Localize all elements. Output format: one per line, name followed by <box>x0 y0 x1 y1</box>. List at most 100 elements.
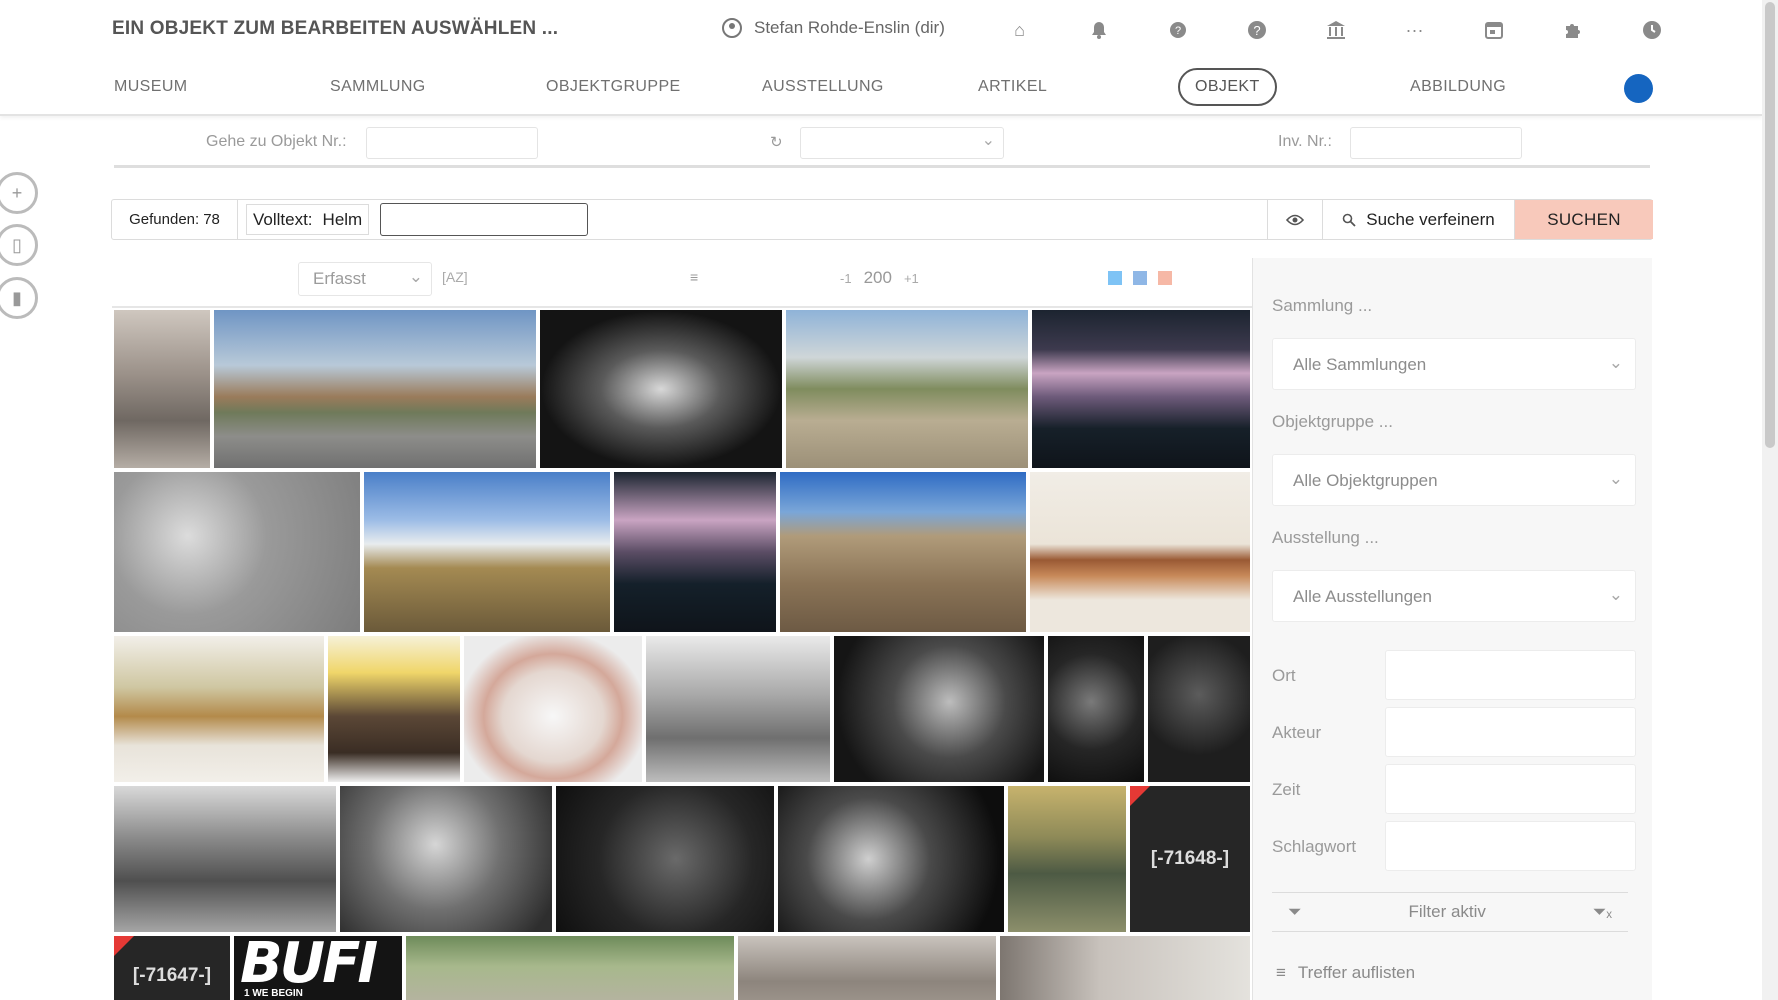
question-icon[interactable]: ? <box>1217 18 1296 42</box>
nav-abbildung[interactable]: ABBILDUNG <box>1410 68 1506 106</box>
search-bar: Gefunden: 78 Volltext: Helm Suche verfei… <box>111 199 1653 240</box>
clock-icon[interactable] <box>1612 18 1691 42</box>
object-thumbnail[interactable] <box>1146 634 1252 784</box>
object-thumbnail[interactable] <box>998 934 1252 1000</box>
filter-status-bar[interactable]: ⏷ Filter aktiv ⏷ₓ <box>1272 892 1628 932</box>
filter-ort-input[interactable] <box>1385 650 1636 700</box>
refresh-icon[interactable]: ↻ <box>770 133 783 151</box>
institution-icon[interactable] <box>1296 18 1375 42</box>
puzzle-icon[interactable] <box>1533 18 1612 42</box>
refine-search-label: Suche verfeinern <box>1366 209 1495 229</box>
user-menu[interactable]: Stefan Rohde-Enslin (dir) <box>722 18 945 38</box>
scrollbar-thumb[interactable] <box>1765 2 1775 448</box>
filter-objektgruppe-select[interactable]: Alle Objektgruppen <box>1272 454 1636 506</box>
clear-filter-icon[interactable]: ⏷ₓ <box>1593 902 1612 922</box>
list-view-icon[interactable]: ≡ <box>690 269 698 285</box>
view-mode-medium[interactable] <box>1133 271 1147 285</box>
found-label: Gefunden: <box>129 211 200 228</box>
flag-icon <box>114 936 134 956</box>
object-thumbnail[interactable] <box>832 634 1046 784</box>
object-thumbnail[interactable] <box>1028 470 1252 634</box>
page-size-plus[interactable]: +1 <box>904 271 919 286</box>
view-mode-small[interactable] <box>1108 271 1122 285</box>
bufi-logo: BUFI <box>240 934 378 996</box>
nav-museum[interactable]: MUSEUM <box>114 68 188 106</box>
object-thumbnail[interactable] <box>362 470 612 634</box>
calendar-icon[interactable] <box>1454 18 1533 42</box>
fulltext-chip[interactable]: Volltext: Helm <box>246 204 370 235</box>
object-thumbnail[interactable] <box>1006 784 1128 934</box>
book-button[interactable]: ▯ <box>0 224 38 266</box>
add-button[interactable]: + <box>0 172 38 214</box>
more-icon[interactable]: ··· <box>1375 18 1454 42</box>
object-thumbnail[interactable] <box>112 634 326 784</box>
filter-objektgruppe-label: Objektgruppe ... <box>1272 412 1393 431</box>
home-icon[interactable]: ⌂ <box>980 18 1059 42</box>
nav-sammlung[interactable]: SAMMLUNG <box>330 68 426 106</box>
object-thumbnail[interactable] <box>1046 634 1146 784</box>
top-icon-bar: ⌂ ? ? ··· <box>980 18 1691 42</box>
object-thumbnail[interactable] <box>462 634 644 784</box>
found-value: 78 <box>203 211 220 228</box>
filter-ort-label: Ort <box>1272 666 1296 685</box>
object-thumbnail[interactable] <box>538 308 784 470</box>
sort-az-toggle[interactable]: [AZ] <box>442 269 468 285</box>
object-thumbnail[interactable] <box>326 634 462 784</box>
filter-zeit-input[interactable] <box>1385 764 1636 814</box>
object-thumbnail[interactable] <box>736 934 998 1000</box>
nav-objekt[interactable]: OBJEKT <box>1178 68 1277 106</box>
object-thumbnail[interactable] <box>338 784 554 934</box>
object-thumbnail[interactable] <box>776 784 1006 934</box>
page-size-minus[interactable]: -1 <box>840 271 852 286</box>
svg-text:?: ? <box>1253 23 1260 38</box>
object-thumbnail[interactable]: [-71647-] <box>112 934 232 1000</box>
sort-select[interactable]: Erfasst <box>298 262 432 296</box>
book-icon: ▯ <box>12 234 22 255</box>
goto-row: Gehe zu Objekt Nr.: ↻ Inv. Nr.: <box>114 124 1650 168</box>
fulltext-value: Helm <box>322 209 363 229</box>
bell-icon[interactable] <box>1059 18 1138 42</box>
inv-number-input[interactable] <box>1350 127 1522 159</box>
list-results-button[interactable]: ≡ Treffer auflisten <box>1276 963 1415 983</box>
goto-select[interactable] <box>800 127 1004 159</box>
object-thumbnail[interactable] <box>612 470 778 634</box>
status-dot[interactable] <box>1624 74 1653 103</box>
goto-object-input[interactable] <box>366 127 538 159</box>
object-thumbnail[interactable] <box>778 470 1028 634</box>
page-scrollbar[interactable] <box>1762 0 1778 1000</box>
filter-ausstellung-select[interactable]: Alle Ausstellungen <box>1272 570 1636 622</box>
flag-icon <box>1130 786 1150 806</box>
object-thumbnail[interactable] <box>1030 308 1252 470</box>
object-thumbnail[interactable] <box>554 784 776 934</box>
plus-icon: + <box>11 182 23 203</box>
top-bar: EIN OBJEKT ZUM BEARBEITEN AUSWÄHLEN ... … <box>0 0 1762 116</box>
nav-artikel[interactable]: ARTIKEL <box>978 68 1047 106</box>
object-thumbnail[interactable] <box>212 308 538 470</box>
help-icon[interactable]: ? <box>1138 18 1217 42</box>
object-thumbnail[interactable] <box>784 308 1030 470</box>
nav-objektgruppe[interactable]: OBJEKTGRUPPE <box>546 68 681 106</box>
nav-ausstellung[interactable]: AUSSTELLUNG <box>762 68 884 106</box>
object-thumbnail[interactable] <box>112 784 338 934</box>
filter-schlagwort-input[interactable] <box>1385 821 1636 871</box>
filter-sammlung-select[interactable]: Alle Sammlungen <box>1272 338 1636 390</box>
object-thumbnail[interactable] <box>112 308 212 470</box>
search-input[interactable] <box>380 203 588 236</box>
filter-sammlung-label: Sammlung ... <box>1272 296 1373 315</box>
filter-akteur-input[interactable] <box>1385 707 1636 757</box>
object-thumbnail[interactable]: BUFI 1 WE BEGIN <box>232 934 404 1000</box>
goto-object-label: Gehe zu Objekt Nr.: <box>206 133 347 150</box>
filter-icon: ⏷ <box>1288 902 1302 921</box>
page-size-value: 200 <box>863 268 892 287</box>
bookmark-button[interactable]: ▮ <box>0 277 38 319</box>
eye-button[interactable] <box>1267 200 1323 239</box>
object-thumbnail[interactable] <box>404 934 736 1000</box>
object-thumbnail[interactable]: [-71648-] <box>1128 784 1252 934</box>
refine-search-button[interactable]: Suche verfeinern <box>1323 200 1515 239</box>
user-icon <box>722 18 742 38</box>
view-mode-large[interactable] <box>1158 271 1172 285</box>
search-button[interactable]: SUCHEN <box>1515 200 1653 239</box>
object-thumbnail[interactable] <box>644 634 832 784</box>
object-thumbnail[interactable] <box>112 470 362 634</box>
grid-toolbar: Erfasst [AZ] ≡ -1 200 +1 <box>112 262 1252 298</box>
